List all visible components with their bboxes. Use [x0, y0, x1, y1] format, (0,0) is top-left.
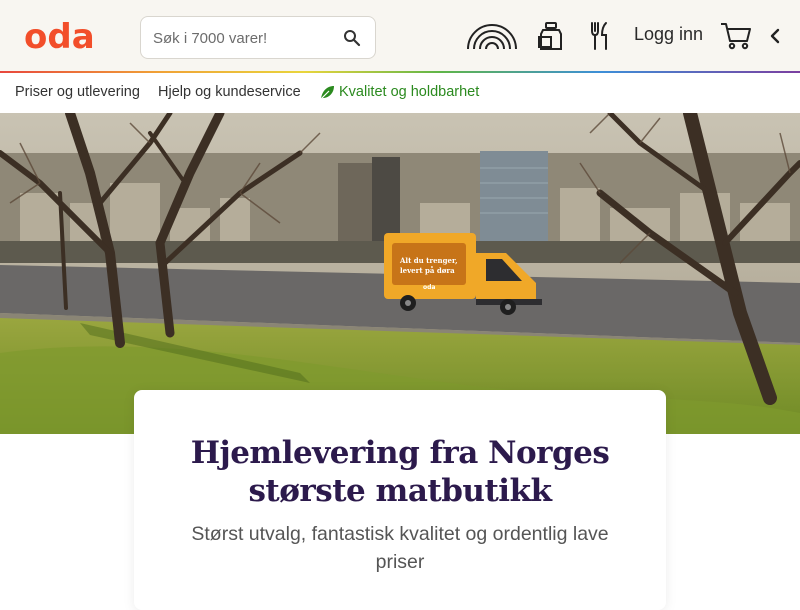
nav-link-quality[interactable]: Kvalitet og holdbarhet: [320, 84, 479, 100]
hero-image: Alt du trenger, levert på døra oda: [0, 113, 800, 434]
hero-title: Hjemlevering fra Norges største matbutik…: [190, 435, 610, 509]
leaf-icon: [320, 85, 334, 99]
nav-link-help[interactable]: Hjelp og kundeservice: [158, 84, 301, 100]
search-input[interactable]: [153, 27, 333, 49]
jar-icon[interactable]: [536, 18, 566, 54]
svg-text:oda: oda: [423, 284, 435, 291]
sub-navigation: Priser og utlevering Hjelp og kundeservi…: [0, 73, 800, 113]
rainbow-icon[interactable]: [466, 18, 518, 54]
hero-subtitle: Størst utvalg, fantastisk kvalitet og or…: [191, 523, 609, 573]
chevron-left-icon[interactable]: [767, 18, 783, 54]
cutlery-icon[interactable]: [588, 18, 614, 54]
svg-text:oda: oda: [24, 18, 95, 54]
svg-text:Alt du trenger,: Alt du trenger,: [399, 256, 458, 265]
header: oda Logg inn: [0, 0, 800, 72]
oda-logo[interactable]: oda: [24, 18, 102, 54]
cart-icon[interactable]: [719, 18, 753, 54]
search-icon[interactable]: [343, 29, 361, 47]
nav-link-prices[interactable]: Priser og utlevering: [15, 84, 140, 100]
login-button[interactable]: Logg inn: [634, 24, 703, 45]
svg-text:levert på døra: levert på døra: [400, 266, 455, 275]
nav-link-quality-label: Kvalitet og holdbarhet: [339, 84, 480, 100]
hero-card: Hjemlevering fra Norges største matbutik…: [134, 390, 666, 610]
search-box[interactable]: [140, 16, 376, 59]
